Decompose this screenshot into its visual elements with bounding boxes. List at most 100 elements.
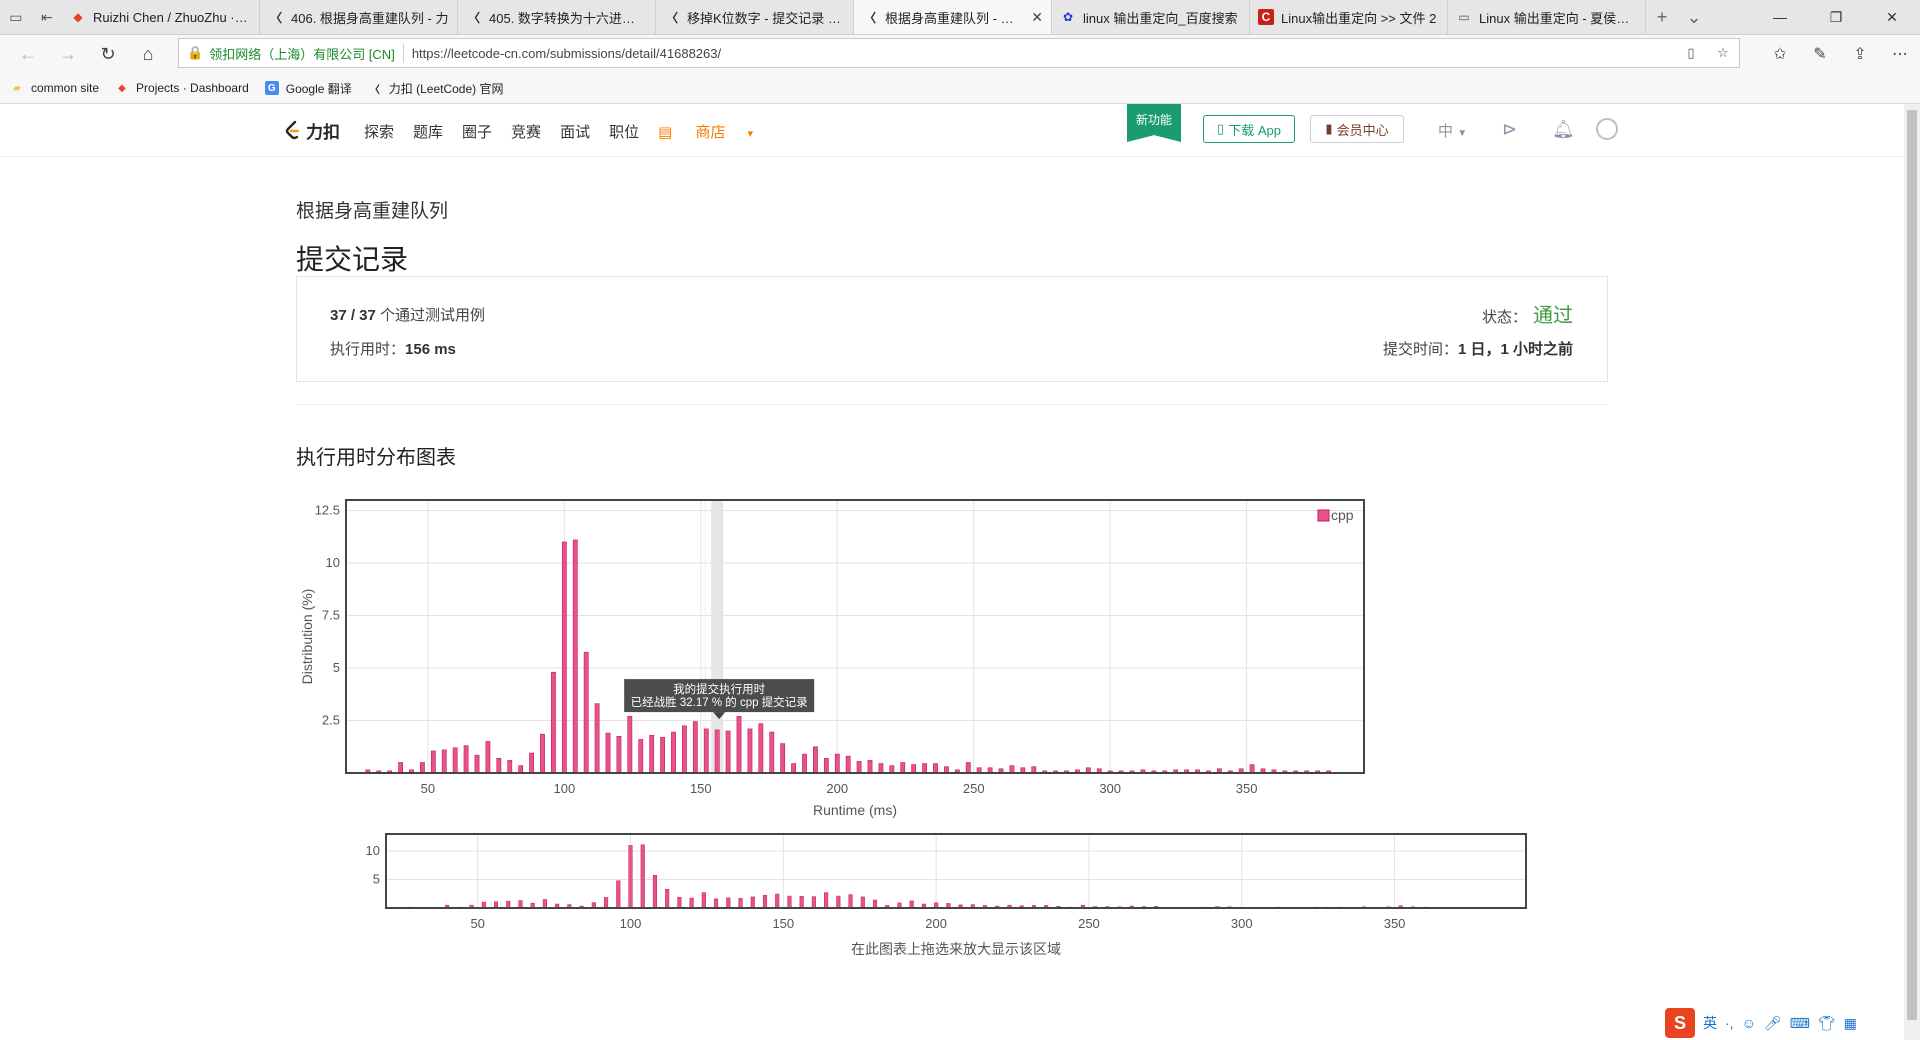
language-switch[interactable]: 中 ▼ xyxy=(1438,120,1467,141)
runtime-info: 执行用时：156 ms xyxy=(330,338,456,359)
set-aside-tabs-icon[interactable]: ⇤ xyxy=(41,9,53,26)
divider xyxy=(296,404,1608,405)
window-controls: — ❐ ✕ xyxy=(1752,0,1920,34)
nav-item[interactable]: 竞赛 xyxy=(511,121,541,142)
favorite-star-icon[interactable]: ☆ xyxy=(1707,45,1739,61)
leetcode-icon: 〈 xyxy=(369,84,380,96)
sogou-ime-icon[interactable]: S xyxy=(1665,1008,1695,1038)
download-app-button[interactable]: ▯ 下载 App xyxy=(1203,115,1295,143)
legend-swatch xyxy=(1317,509,1330,522)
nav-item[interactable]: 题库 xyxy=(413,121,443,142)
bar xyxy=(747,728,753,774)
forward-button[interactable]: → xyxy=(48,44,88,65)
range-bar xyxy=(652,875,658,909)
favorites-bar: ▰ common site ◆ Projects · Dashboard G Google… xyxy=(0,73,1920,104)
range-bar xyxy=(701,892,706,909)
close-window-button[interactable]: ✕ xyxy=(1864,0,1920,34)
playground-icon[interactable]: ⊳ xyxy=(1502,119,1517,140)
new-feature-ribbon[interactable]: 新功能 xyxy=(1127,104,1181,142)
bar xyxy=(649,734,655,774)
bookmark-item[interactable]: G Google 翻译 xyxy=(264,80,352,97)
x-tick-label: 200 xyxy=(826,781,848,796)
range-bar xyxy=(689,897,694,909)
tab-list-chevron-icon[interactable]: ⌄ xyxy=(1678,0,1710,34)
notification-bell-icon[interactable]: 🔔︎ xyxy=(1552,119,1575,140)
ime-punctuation-icon[interactable]: ·, xyxy=(1725,1015,1734,1031)
bar xyxy=(583,651,589,774)
bar xyxy=(682,725,687,774)
scrollbar-thumb[interactable] xyxy=(1907,110,1917,1020)
nav-item-shop[interactable]: ▤ 商店 ▾ xyxy=(658,121,772,142)
range-bar xyxy=(506,900,511,909)
ime-english-mode-icon[interactable]: 英 xyxy=(1703,1013,1717,1033)
certificate-owner[interactable]: 领扣网络（上海）有限公司 [CN] xyxy=(209,43,404,63)
bar xyxy=(802,753,807,774)
bookmark-item[interactable]: ◆ Projects · Dashboard xyxy=(115,81,249,95)
back-button[interactable]: ← xyxy=(8,44,48,65)
bar xyxy=(791,763,796,774)
bookmark-item[interactable]: 〈力扣 (LeetCode) 官网 xyxy=(368,80,504,97)
close-tab-icon[interactable]: ✕ xyxy=(1031,9,1043,26)
more-menu-icon[interactable]: ⋯ xyxy=(1880,44,1920,64)
browser-tab[interactable]: 〈根据身高重建队列 - 提交 ✕ xyxy=(854,0,1052,34)
ime-emoji-icon[interactable]: ☺ xyxy=(1742,1015,1756,1031)
bookmark-label: Projects · Dashboard xyxy=(136,81,249,95)
user-avatar[interactable] xyxy=(1596,118,1618,140)
ime-toolbar: S 英 ·, ☺ 🎤︎ ⌨ 👕︎ ▦ xyxy=(1665,1008,1865,1038)
ime-tools-icon[interactable]: ▦ xyxy=(1844,1015,1857,1032)
range-x-tick-label: 300 xyxy=(1231,916,1253,931)
range-bar xyxy=(836,895,841,909)
page-scrollbar[interactable] xyxy=(1904,104,1920,1040)
bar xyxy=(703,728,709,774)
reading-view-icon[interactable]: ▯ xyxy=(1675,45,1707,61)
ime-voice-icon[interactable]: 🎤︎ xyxy=(1764,1015,1782,1032)
browser-tab[interactable]: ✿ linux 输出重定向_百度搜索 xyxy=(1052,0,1250,34)
bar xyxy=(1009,765,1015,774)
favorites-icon[interactable]: ✩ xyxy=(1760,44,1800,64)
tab-preview-icon[interactable]: ▭ xyxy=(9,9,22,26)
problem-title-link[interactable]: 根据身高重建队列 xyxy=(296,196,448,223)
nav-item[interactable]: 职位 xyxy=(609,121,639,142)
minimize-button[interactable]: — xyxy=(1752,0,1808,34)
ime-keyboard-icon[interactable]: ⌨ xyxy=(1790,1015,1810,1032)
bar xyxy=(758,723,764,774)
share-icon[interactable]: ⇪ xyxy=(1840,44,1880,64)
bookmark-item[interactable]: ▰ common site xyxy=(10,81,99,95)
tooltip-line-2: 已经战胜 32.17 % 的 cpp 提交记录 xyxy=(631,695,808,709)
nav-item[interactable]: 探索 xyxy=(364,121,394,142)
range-x-tick-label: 150 xyxy=(772,916,794,931)
translate-icon: G xyxy=(264,81,279,95)
browser-tab[interactable]: ◆ Ruizhi Chen / ZhuoZhu · Git xyxy=(62,0,260,34)
bar xyxy=(452,747,458,774)
home-button[interactable]: ⌂ xyxy=(128,44,168,65)
refresh-button[interactable]: ↻ xyxy=(88,44,128,65)
browser-tab[interactable]: ▭ Linux 输出重定向 - 夏侯爷 - xyxy=(1448,0,1646,34)
browser-tab[interactable]: 〈移掉K位数字 - 提交记录 - 力 xyxy=(656,0,854,34)
url-text[interactable]: https://leetcode-cn.com/submissions/deta… xyxy=(404,46,721,61)
member-center-button[interactable]: ▮ 会员中心 xyxy=(1310,115,1404,143)
bar xyxy=(540,733,545,774)
leetcode-logo[interactable]: 力扣 xyxy=(284,118,340,143)
notes-pen-icon[interactable]: ✎ xyxy=(1800,44,1840,64)
testcases-label: 个通过测试用例 xyxy=(380,307,486,324)
browser-tab[interactable]: C Linux输出重定向 >> 文件 2 xyxy=(1250,0,1448,34)
browser-tab[interactable]: 〈 406. 根据身高重建队列 - 力 xyxy=(260,0,458,34)
browser-tab[interactable]: 〈 405. 数字转换为十六进制数 xyxy=(458,0,656,34)
x-tick-label: 250 xyxy=(963,781,985,796)
range-bar xyxy=(542,899,547,909)
leetcode-icon: 〈 xyxy=(863,10,876,25)
nav-item[interactable]: 圈子 xyxy=(462,121,492,142)
nav-item[interactable]: 面试 xyxy=(560,121,590,142)
y-tick-label: 10 xyxy=(326,555,340,570)
csdn-icon: C xyxy=(1258,9,1274,25)
range-selector-chart[interactable]: 5 10 50 100 150 200 250 300 350 在此图表上拖选来放大显示该区域 xyxy=(340,826,1580,956)
lock-icon: 🔒 xyxy=(187,45,204,60)
range-bar xyxy=(848,894,853,909)
address-bar[interactable]: 🔒 领扣网络（上海）有限公司 [CN] https://leetcode-cn.… xyxy=(178,38,1740,68)
ime-skin-icon[interactable]: 👕︎ xyxy=(1818,1015,1836,1032)
restore-button[interactable]: ❐ xyxy=(1808,0,1864,34)
bar xyxy=(463,745,469,774)
runtime-distribution-chart[interactable]: 2.5 5 7.5 10 12.5 50 100 150 200 250 300 350 Runtime… xyxy=(296,474,1616,824)
logo-text: 力扣 xyxy=(306,123,340,142)
new-tab-button[interactable]: + xyxy=(1646,0,1678,34)
